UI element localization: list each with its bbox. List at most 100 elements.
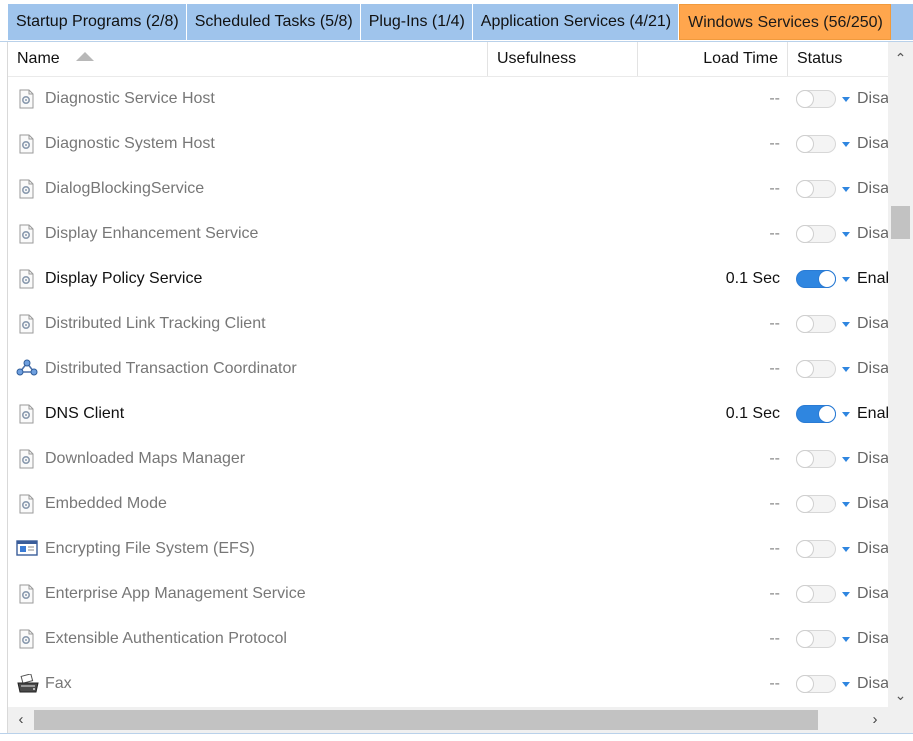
column-status-header[interactable]: Status (788, 42, 888, 76)
chevron-down-icon[interactable] (842, 232, 850, 237)
status-toggle[interactable] (796, 360, 836, 378)
status-toggle[interactable] (796, 585, 836, 603)
scrollbar-corner (888, 707, 913, 733)
vertical-scroll-thumb[interactable] (891, 206, 910, 239)
service-row[interactable]: DialogBlockingService -- Disabled (8, 166, 888, 211)
tab-plug-ins[interactable]: Plug-Ins (1/4) (361, 4, 473, 40)
service-list: Diagnostic Service Host--DisabledDiagnos… (8, 76, 888, 706)
tab-startup-programs[interactable]: Startup Programs (2/8) (8, 4, 187, 40)
load-time-value: -- (769, 90, 780, 107)
service-name: Distributed Transaction Coordinator (45, 360, 297, 377)
scroll-up-icon[interactable]: ⌃ (888, 48, 913, 68)
load-time-value: -- (769, 585, 780, 602)
toggle-knob (796, 450, 814, 468)
status-toggle[interactable] (796, 675, 836, 693)
service-page-icon (16, 89, 36, 109)
load-time-value: 0.1 Sec (725, 405, 780, 422)
services-grid: Name Usefulness Load Time Status Diagnos… (8, 42, 888, 707)
toggle-knob (796, 225, 814, 243)
status-toggle[interactable] (796, 495, 836, 513)
chevron-down-icon[interactable] (842, 322, 850, 327)
chevron-down-icon[interactable] (842, 637, 850, 642)
column-name-label: Name (17, 50, 60, 67)
column-header: Name Usefulness Load Time Status (8, 42, 888, 77)
chevron-down-icon[interactable] (842, 277, 850, 282)
chevron-down-icon[interactable] (842, 592, 850, 597)
service-row[interactable]: DNS Client 0.1 Sec Enabled (8, 391, 888, 436)
service-row[interactable]: Embedded Mode -- Disabled (8, 481, 888, 526)
status-toggle[interactable] (796, 90, 836, 108)
load-time-value: -- (769, 675, 780, 692)
horizontal-scrollbar[interactable]: ‹ › (8, 707, 888, 733)
service-page-icon (16, 584, 36, 604)
load-time-value: -- (769, 630, 780, 647)
status-text: Disabled (857, 135, 888, 152)
toggle-knob (796, 495, 814, 513)
status-toggle[interactable] (796, 225, 836, 243)
service-page-icon (16, 224, 36, 244)
status-text: Disabled (857, 450, 888, 467)
load-time-value: -- (769, 315, 780, 332)
bottom-border (0, 733, 913, 741)
chevron-down-icon[interactable] (842, 502, 850, 507)
status-toggle[interactable] (796, 180, 836, 198)
status-toggle[interactable] (796, 540, 836, 558)
service-row[interactable]: Diagnostic System Host -- Disabled (8, 121, 888, 166)
service-page-icon (16, 494, 36, 514)
status-text: Disabled (857, 585, 888, 602)
service-name: Extensible Authentication Protocol (45, 630, 287, 647)
tab-application-services[interactable]: Application Services (4/21) (473, 4, 680, 40)
service-page-icon (16, 449, 36, 469)
service-name: Display Enhancement Service (45, 225, 259, 242)
tab-scheduled-tasks[interactable]: Scheduled Tasks (5/8) (187, 4, 361, 40)
status-toggle[interactable] (796, 450, 836, 468)
chevron-down-icon[interactable] (842, 142, 850, 147)
status-toggle[interactable] (796, 315, 836, 333)
scroll-left-icon[interactable]: ‹ (10, 707, 32, 733)
status-toggle[interactable] (796, 270, 836, 288)
status-toggle[interactable] (796, 135, 836, 153)
service-name: Embedded Mode (45, 495, 167, 512)
chevron-down-icon[interactable] (842, 682, 850, 687)
tab-strip: Startup Programs (2/8) Scheduled Tasks (5… (8, 4, 913, 40)
horizontal-scroll-thumb[interactable] (34, 710, 818, 730)
chevron-down-icon[interactable] (842, 367, 850, 372)
service-row[interactable]: Diagnostic Service Host -- Disabled (8, 76, 888, 121)
service-row[interactable]: Distributed Link Tracking Client -- Disabl… (8, 301, 888, 346)
service-row[interactable]: Encrypting File System (EFS) -- Disabled (8, 526, 888, 571)
left-edge (0, 42, 8, 733)
service-name: DNS Client (45, 405, 125, 422)
service-row[interactable]: Display Enhancement Service -- Disabled (8, 211, 888, 256)
chevron-down-icon[interactable] (842, 412, 850, 417)
service-row[interactable]: Fax -- Disabled (8, 661, 888, 706)
scroll-down-icon[interactable]: ⌄ (888, 685, 913, 705)
service-name: Display Policy Service (45, 270, 203, 287)
service-row[interactable]: Extensible Authentication Protocol -- Disa… (8, 616, 888, 661)
toggle-knob (796, 630, 814, 648)
chevron-down-icon[interactable] (842, 187, 850, 192)
load-time-value: -- (769, 360, 780, 377)
service-row[interactable]: Distributed Transaction Coordinator -- Dis… (8, 346, 888, 391)
scroll-right-icon[interactable]: › (864, 707, 886, 733)
window-icon (16, 539, 38, 559)
chevron-down-icon[interactable] (842, 547, 850, 552)
status-text: Disabled (857, 540, 888, 557)
status-text: Disabled (857, 180, 888, 197)
service-row[interactable]: Display Policy Service 0.1 Sec Enabled (8, 256, 888, 301)
status-toggle[interactable] (796, 405, 836, 423)
service-row[interactable]: Downloaded Maps Manager -- Disabled (8, 436, 888, 481)
chevron-down-icon[interactable] (842, 457, 850, 462)
sort-ascending-icon (75, 52, 94, 62)
column-load-time-header[interactable]: Load Time (638, 42, 788, 76)
column-name-header[interactable]: Name (8, 42, 488, 76)
status-text: Disabled (857, 315, 888, 332)
vertical-scrollbar[interactable]: ⌃ ⌄ (888, 42, 913, 707)
load-time-value: -- (769, 135, 780, 152)
service-page-icon (16, 179, 36, 199)
toggle-knob (796, 675, 814, 693)
chevron-down-icon[interactable] (842, 97, 850, 102)
column-usefulness-header[interactable]: Usefulness (488, 42, 638, 76)
service-row[interactable]: Enterprise App Management Service -- Disab… (8, 571, 888, 616)
tab-windows-services[interactable]: Windows Services (56/250) (679, 4, 891, 40)
status-toggle[interactable] (796, 630, 836, 648)
